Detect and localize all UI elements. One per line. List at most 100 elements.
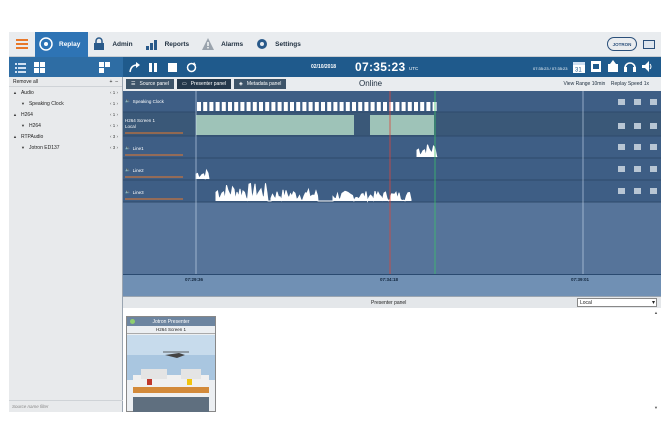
timeline[interactable]: 🔈 Speaking Clock H264 Screen 1 Local 🔈 Line… (123, 91, 661, 296)
clock-segment (271, 102, 276, 111)
volume-icon[interactable] (617, 122, 625, 129)
headset-icon[interactable] (624, 60, 636, 73)
expand-icon[interactable]: ▼ (21, 145, 25, 150)
clock-segment (414, 102, 418, 111)
time-ruler[interactable]: 07:29:36 07:34:18 07:39:01 (123, 274, 661, 296)
agc-icon[interactable] (633, 98, 641, 105)
tab-source-panel[interactable]: ☰ Source panel (126, 79, 174, 89)
add-source-button[interactable]: + (110, 79, 113, 85)
track-controls[interactable] (613, 136, 661, 157)
nav-reports-label: Reports (164, 40, 190, 48)
source-name-filter[interactable]: Source name filter (9, 400, 123, 412)
monitor-icon[interactable] (649, 98, 657, 105)
agc-icon[interactable] (633, 143, 641, 150)
refresh-icon[interactable] (186, 61, 197, 73)
monitor-icon[interactable] (649, 187, 657, 194)
keyboard-icon[interactable] (643, 40, 655, 49)
tab-label: Metadata panel (246, 81, 282, 87)
clock-segment (358, 102, 363, 111)
presenter-select[interactable]: Local (577, 298, 657, 307)
vertical-scrollbar[interactable]: ▲ ▼ (654, 310, 658, 410)
remove-source-button[interactable]: – (115, 79, 118, 85)
expand-icon[interactable]: ▲ (13, 112, 17, 117)
track-controls[interactable] (613, 115, 661, 136)
volume-icon[interactable] (617, 98, 625, 105)
monitor-icon[interactable] (649, 165, 657, 172)
track-controls[interactable] (613, 91, 661, 112)
tree-item-label: Audio (20, 89, 34, 96)
nav-admin[interactable]: Admin (88, 32, 140, 57)
grid-view-icon[interactable] (34, 61, 45, 73)
expand-icon[interactable]: ▼ (21, 123, 25, 128)
clock-segment (221, 102, 226, 111)
tree-item-audio[interactable]: ▲ Audio ‹ 1 › (9, 87, 122, 98)
view-range-label[interactable]: View Range 10min (563, 81, 605, 87)
tree-item-jotron-ed137[interactable]: ▼ Jotron ED137 ‹ 3 › (9, 142, 122, 153)
tree-item-h264[interactable]: ▲ H264 ‹ 1 › (9, 109, 122, 120)
tab-presenter-panel[interactable]: ▭ Presenter panel (176, 79, 231, 89)
tree-item-speaking-clock[interactable]: ▼ Speaking Clock ‹ 1 › (9, 98, 122, 109)
replay-speed[interactable]: Replay Speed 1x (611, 81, 649, 87)
volume-icon[interactable] (617, 165, 625, 172)
counter[interactable]: ‹ 1 › (110, 123, 118, 128)
track-speaking-clock[interactable]: 🔈 Speaking Clock (125, 98, 164, 104)
menu-icon[interactable] (9, 32, 35, 57)
clock-segment (259, 102, 263, 111)
tree-item-label: H264 (28, 122, 41, 129)
stop-icon[interactable] (167, 62, 178, 73)
nav-replay[interactable]: Replay (35, 31, 89, 57)
tab-metadata-panel[interactable]: ◈ Metadata panel (234, 79, 287, 89)
counter[interactable]: ‹ 3 › (110, 134, 118, 139)
counter[interactable]: ‹ 1 › (110, 101, 118, 106)
track-line2[interactable]: 🔈 Line2 (125, 167, 144, 173)
volume-icon[interactable] (617, 143, 625, 150)
tree-item-h264-child[interactable]: ▼ H264 ‹ 1 › (9, 120, 122, 131)
pause-icon[interactable] (148, 62, 159, 73)
clock-segment (370, 102, 375, 111)
clock-segment (302, 102, 307, 111)
expand-icon[interactable]: ▲ (13, 134, 17, 139)
volume-icon[interactable] (641, 60, 653, 73)
expand-icon[interactable]: ▼ (21, 101, 25, 106)
track-line3[interactable]: 🔈 Line3 (125, 189, 144, 195)
export-icon[interactable] (607, 60, 619, 73)
agc-icon[interactable] (633, 165, 641, 172)
list-view-icon[interactable] (15, 62, 26, 73)
tree-item-rtpaudio[interactable]: ▲ RTPAudio ‹ 3 › (9, 131, 122, 142)
clock-segment (321, 102, 325, 111)
track-label: Line3 (132, 189, 144, 195)
tree-item-label: RTPAudio (20, 133, 44, 140)
track-label: Speaking Clock (132, 98, 164, 104)
clock-segment (246, 102, 251, 111)
monitor-icon[interactable] (649, 143, 657, 150)
track-controls[interactable] (613, 158, 661, 179)
track-controls[interactable] (613, 180, 661, 201)
track-line1[interactable]: 🔈 Line1 (125, 145, 144, 151)
nav-settings[interactable]: Settings (251, 32, 309, 57)
clock-segment (290, 102, 294, 111)
nav-alarms-label: Alarms (221, 40, 244, 48)
status-dot-icon (130, 319, 135, 324)
remove-all-button[interactable]: Remove all (13, 79, 38, 85)
time-range: 07:35:23 / 07:35:23 (533, 66, 568, 71)
volume-icon[interactable] (617, 187, 625, 194)
clock-segment (215, 102, 220, 111)
agc-icon[interactable] (633, 122, 641, 129)
nav-reports[interactable]: Reports (141, 32, 198, 57)
counter[interactable]: ‹ 3 › (110, 145, 118, 150)
calendar-icon[interactable]: 31 (573, 60, 585, 73)
jump-icon[interactable] (129, 61, 140, 73)
expand-icon[interactable]: ▲ (13, 90, 17, 95)
ruler-tick: 07:39:01 (571, 277, 590, 282)
clock-segment (252, 102, 257, 111)
track-h264-screen[interactable]: H264 Screen 1 Local (125, 118, 155, 129)
counter[interactable]: ‹ 1 › (110, 112, 118, 117)
counter[interactable]: ‹ 1 › (110, 90, 118, 95)
monitor-icon[interactable] (649, 122, 657, 129)
layout-icon[interactable] (99, 61, 110, 73)
bookmark-icon[interactable] (590, 60, 602, 73)
nav-alarms[interactable]: Alarms (197, 32, 251, 57)
current-date: 02/10/2018 (311, 64, 337, 70)
presenter-card[interactable]: Jotron Presenter H264 Screen 1 (126, 316, 216, 412)
agc-icon[interactable] (633, 187, 641, 194)
